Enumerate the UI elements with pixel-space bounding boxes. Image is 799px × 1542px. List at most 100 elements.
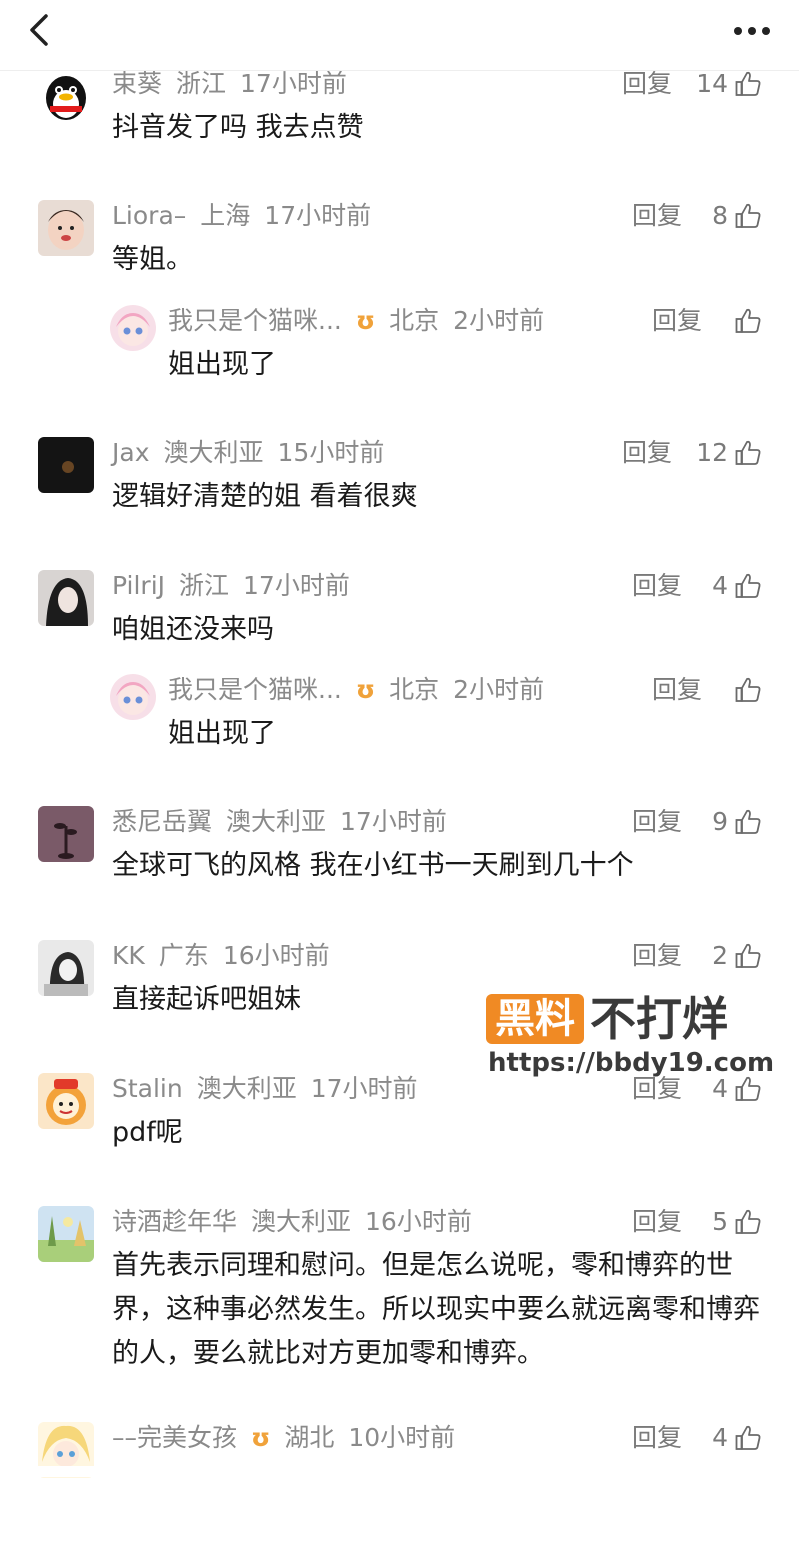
comment-item: 诗酒趁年华 澳大利亚 16小时前 回复 5 首先表示同理和慰问。但是怎么说呢，零和博弈的世… <box>0 1206 799 1369</box>
reply-button[interactable]: 回复 <box>632 806 682 838</box>
location: 浙江 <box>179 571 230 600</box>
timestamp: 15小时前 <box>277 438 385 467</box>
username[interactable]: 诗酒趁年华 <box>112 1207 237 1236</box>
watermark: 黑料 不打烊 https://bbdy19.com <box>486 992 774 1082</box>
location: 湖北 <box>284 1423 335 1452</box>
timestamp: 17小时前 <box>264 201 372 230</box>
comment-item: Stalin 澳大利亚 17小时前 回复 4 pdf呢 <box>0 1073 799 1193</box>
comment-item: Liora– 上海 17小时前 回复 8 等姐。 <box>0 200 799 320</box>
like-count: 4 <box>712 571 728 600</box>
fan-badge-icon: ʊ <box>355 306 376 335</box>
comment-meta: 束葵 浙江 17小时前 <box>112 68 361 100</box>
avatar[interactable] <box>38 570 94 626</box>
username[interactable]: Jax <box>112 438 150 467</box>
watermark-badge: 黑料 <box>486 994 584 1044</box>
like-count: 2 <box>712 941 728 970</box>
reply-item: 我只是个猫咪... ʊ 北京 2小时前 回复 姐出现了 <box>0 305 799 425</box>
comment-item: Jax 澳大利亚 15小时前 回复 12 逻辑好清楚的姐 看着很爽 <box>0 437 799 557</box>
username[interactable]: PilriJ <box>112 571 165 600</box>
thumbs-up-icon[interactable] <box>734 1208 762 1236</box>
avatar[interactable] <box>38 940 94 996</box>
watermark-text: 不打烊 <box>590 992 728 1046</box>
comment-text: 首先表示同理和慰问。但是怎么说呢，零和博弈的世界，这种事必然发生。所以现实中要么… <box>112 1250 760 1369</box>
location: 澳大利亚 <box>226 807 327 836</box>
reply-item: 我只是个猫咪... ʊ 北京 2小时前 回复姐出现了 <box>0 674 799 794</box>
timestamp: 16小时前 <box>222 941 330 970</box>
avatar[interactable] <box>110 305 156 351</box>
comment-item: PilriJ 浙江 17小时前 回复 4 咱姐还没来吗 <box>0 570 799 690</box>
comment-text: 全球可飞的风格 我在小红书一天刷到几十个 <box>112 850 634 881</box>
comment-meta: Stalin 澳大利亚 17小时前 <box>112 1073 432 1105</box>
like-count: 8 <box>712 201 728 230</box>
avatar[interactable] <box>38 1073 94 1129</box>
fan-badge-icon: ʊ <box>251 1423 271 1452</box>
like-count: 12 <box>696 438 728 467</box>
thumbs-up-icon[interactable] <box>734 1424 762 1452</box>
thumbs-up-icon[interactable] <box>734 202 762 230</box>
reply-button[interactable]: 回复 <box>652 305 702 337</box>
back-button[interactable] <box>22 10 62 50</box>
thumbs-up-icon[interactable] <box>734 942 762 970</box>
avatar[interactable] <box>38 68 94 124</box>
thumbs-up-icon[interactable] <box>734 70 762 98</box>
username[interactable]: 我只是个猫咪... <box>168 675 342 704</box>
comment-text: 咱姐还没来吗 <box>112 614 274 645</box>
thumbs-up-icon[interactable] <box>734 676 762 704</box>
avatar[interactable] <box>110 674 156 720</box>
avatar[interactable] <box>38 1206 94 1262</box>
comment-meta: 诗酒趁年华 澳大利亚 16小时前 <box>112 1206 486 1238</box>
comment-text: 等姐。 <box>112 244 193 275</box>
top-bar <box>0 0 799 71</box>
timestamp: 17小时前 <box>310 1074 418 1103</box>
avatar[interactable] <box>38 806 94 862</box>
username[interactable]: Liora– <box>112 201 186 230</box>
comment-meta: 我只是个猫咪... ʊ 北京 2小时前 <box>168 305 558 337</box>
chevron-left-icon <box>30 14 48 46</box>
location: 北京 <box>389 675 440 704</box>
reply-button[interactable]: 回复 <box>632 940 682 972</box>
reply-button[interactable]: 回复 <box>622 68 672 100</box>
more-button[interactable] <box>727 10 777 50</box>
comment-text: pdf呢 <box>112 1117 183 1148</box>
comment-meta: Jax 澳大利亚 15小时前 <box>112 437 398 469</box>
username[interactable]: Stalin <box>112 1074 183 1103</box>
location: 澳大利亚 <box>251 1207 352 1236</box>
location: 澳大利亚 <box>163 438 264 467</box>
username[interactable]: 悉尼岳翼 <box>112 807 212 836</box>
comment-text: 抖音发了吗 我去点赞 <box>112 112 364 143</box>
comment-item: 束葵 浙江 17小时前 回复 14 抖音发了吗 我去点赞 <box>0 68 799 188</box>
username[interactable]: 束葵 <box>112 69 162 98</box>
thumbs-up-icon[interactable] <box>734 439 762 467</box>
thumbs-up-icon[interactable] <box>734 808 762 836</box>
timestamp: 17小时前 <box>243 571 350 600</box>
location: 澳大利亚 <box>196 1074 297 1103</box>
comment-item: ––完美女孩 ʊ 湖北 10小时前 回复 4 <box>0 1422 799 1542</box>
username[interactable]: ––完美女孩 <box>112 1423 237 1452</box>
avatar[interactable] <box>38 200 94 256</box>
bottom-edge <box>0 1466 799 1477</box>
thumbs-up-icon[interactable] <box>734 572 762 600</box>
timestamp: 2小时前 <box>453 675 545 704</box>
reply-button[interactable]: 回复 <box>632 570 682 602</box>
like-count: 9 <box>712 807 728 836</box>
comment-meta: PilriJ 浙江 17小时前 <box>112 570 364 602</box>
timestamp: 2小时前 <box>453 306 545 335</box>
location: 北京 <box>389 306 440 335</box>
username[interactable]: KK <box>112 941 145 970</box>
reply-button[interactable]: 回复 <box>652 674 702 706</box>
thumbs-up-icon[interactable] <box>734 307 762 335</box>
reply-button[interactable]: 回复 <box>632 1206 682 1238</box>
comment-text: 姐出现了 <box>168 718 276 749</box>
comment-meta: Liora– 上海 17小时前 <box>112 200 385 232</box>
reply-button[interactable]: 回复 <box>632 200 682 232</box>
reply-button[interactable]: 回复 <box>622 437 672 469</box>
comment-meta: 悉尼岳翼 澳大利亚 17小时前 <box>112 806 461 838</box>
timestamp: 10小时前 <box>348 1423 456 1452</box>
fan-badge-icon: ʊ <box>355 675 376 704</box>
avatar[interactable] <box>38 437 94 493</box>
comment-meta: 我只是个猫咪... ʊ 北京 2小时前 <box>168 674 558 706</box>
watermark-url: https://bbdy19.com <box>488 1048 775 1078</box>
username[interactable]: 我只是个猫咪... <box>168 306 342 335</box>
comment-text: 逻辑好清楚的姐 看着很爽 <box>112 481 418 512</box>
reply-button[interactable]: 回复 <box>632 1422 682 1454</box>
